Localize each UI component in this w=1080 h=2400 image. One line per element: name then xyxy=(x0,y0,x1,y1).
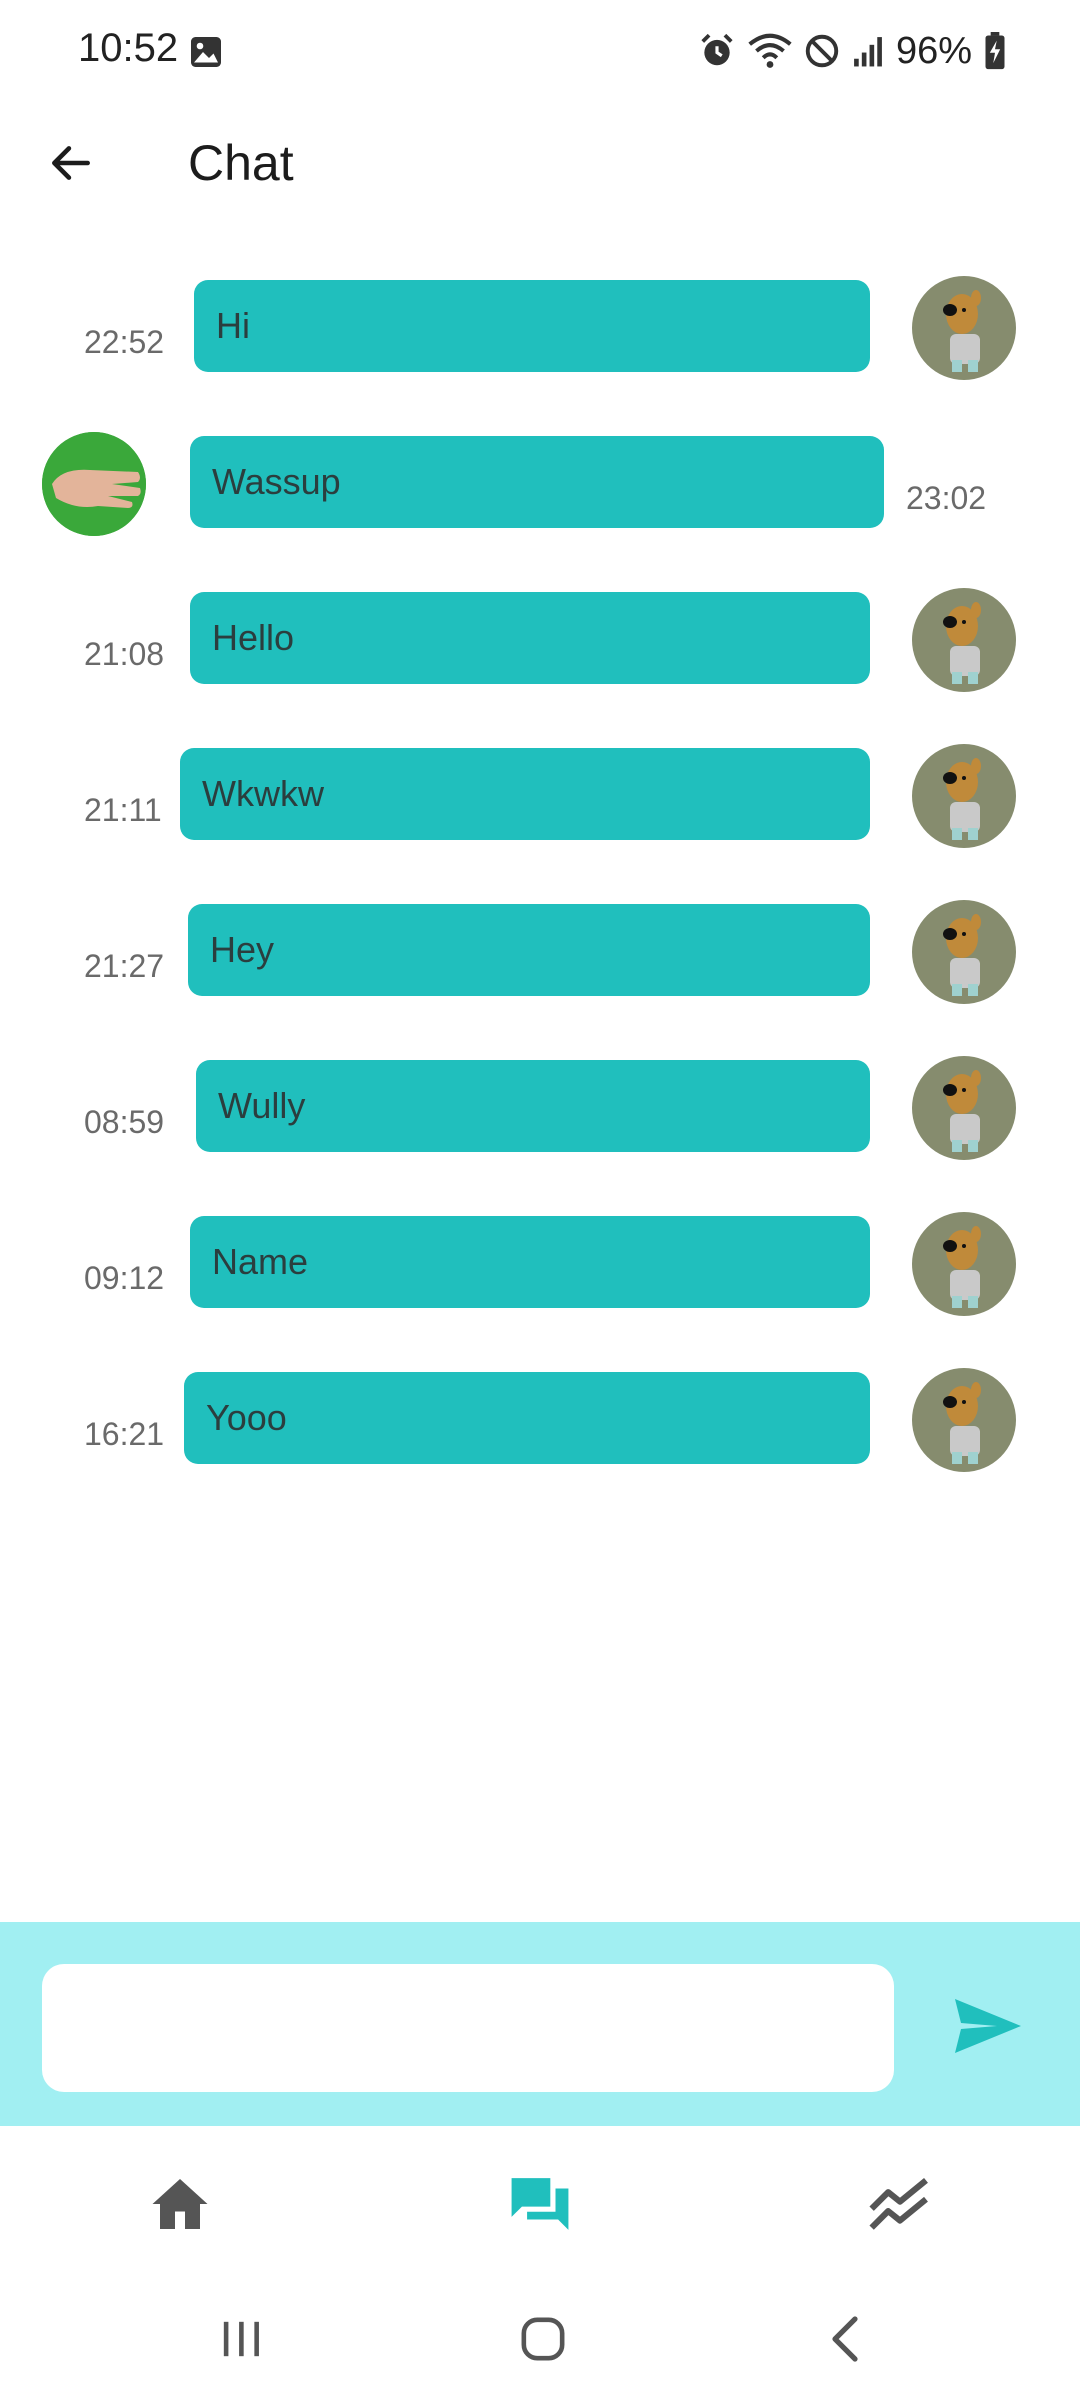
status-time: 10:52 xyxy=(78,26,179,70)
message-bubble[interactable]: Hello xyxy=(190,592,870,684)
nav-chat[interactable] xyxy=(500,2166,580,2246)
message-row: 09:12 Name xyxy=(0,1196,1080,1316)
gallery-icon xyxy=(188,34,224,70)
dog-avatar[interactable] xyxy=(912,1212,1016,1316)
home-icon xyxy=(150,2176,210,2237)
status-icons: 96% xyxy=(698,26,1006,76)
message-text: Hey xyxy=(210,929,275,970)
app-bar: Chat xyxy=(0,110,1080,220)
alarm-icon xyxy=(698,32,736,70)
message-row: Wassup 23:02 xyxy=(0,416,1080,536)
page-title: Chat xyxy=(188,135,294,191)
signal-icon xyxy=(852,34,884,68)
message-time: 21:11 xyxy=(84,792,162,828)
message-time: 22:52 xyxy=(84,324,165,360)
status-bar: 10:52 96% xyxy=(0,0,1080,100)
battery-percent: 96% xyxy=(895,29,972,72)
nav-home[interactable] xyxy=(140,2166,220,2246)
message-input[interactable] xyxy=(42,1964,894,2092)
message-bubble[interactable]: Wully xyxy=(196,1060,870,1152)
message-text: Hi xyxy=(216,305,250,346)
message-time: 08:59 xyxy=(84,1104,165,1140)
trending-icon xyxy=(869,2177,931,2235)
message-bubble[interactable]: Name xyxy=(190,1216,870,1308)
bottom-navigation xyxy=(0,2126,1080,2276)
message-time: 21:08 xyxy=(84,636,165,672)
send-icon xyxy=(952,1995,1024,2062)
message-time: 23:02 xyxy=(906,480,987,516)
battery-charging-icon xyxy=(984,32,1006,70)
arrow-back-icon xyxy=(46,138,96,193)
message-time: 21:27 xyxy=(84,948,165,984)
message-row: 21:08 Hello xyxy=(0,572,1080,692)
dog-avatar[interactable] xyxy=(912,276,1016,380)
message-text: Hello xyxy=(212,617,295,658)
back-button[interactable] xyxy=(36,130,106,200)
nav-trending[interactable] xyxy=(860,2166,940,2246)
message-bubble[interactable]: Hi xyxy=(194,280,870,372)
chevron-left-icon xyxy=(825,2315,865,2368)
message-bubble[interactable]: Wkwkw xyxy=(180,748,870,840)
message-text: Wully xyxy=(218,1085,306,1126)
send-button[interactable] xyxy=(946,1986,1030,2070)
message-composer xyxy=(0,1922,1080,2126)
message-bubble[interactable]: Yooo xyxy=(184,1372,870,1464)
recent-apps-button[interactable] xyxy=(206,2306,276,2376)
message-time: 16:21 xyxy=(84,1416,165,1452)
dog-avatar[interactable] xyxy=(912,588,1016,692)
message-row: 08:59 Wully xyxy=(0,1040,1080,1160)
home-circle-icon xyxy=(520,2316,566,2367)
message-bubble[interactable]: Wassup xyxy=(190,436,884,528)
message-row: 16:21 Yooo xyxy=(0,1352,1080,1472)
dog-avatar[interactable] xyxy=(912,1056,1016,1160)
system-back-button[interactable] xyxy=(810,2306,880,2376)
system-navigation xyxy=(0,2276,1080,2400)
dog-avatar[interactable] xyxy=(912,1368,1016,1472)
hand-avatar[interactable] xyxy=(42,432,146,536)
message-row: 22:52 Hi xyxy=(0,260,1080,380)
message-text: Name xyxy=(212,1241,309,1282)
chat-icon xyxy=(509,2175,571,2238)
message-text: Wassup xyxy=(212,461,341,502)
message-bubble[interactable]: Hey xyxy=(188,904,870,996)
home-button[interactable] xyxy=(508,2306,578,2376)
message-row: 21:27 Hey xyxy=(0,884,1080,1004)
message-text: Yooo xyxy=(206,1397,287,1438)
message-row: 21:11 Wkwkw xyxy=(0,728,1080,848)
message-text: Wkwkw xyxy=(202,773,324,814)
dog-avatar[interactable] xyxy=(912,744,1016,848)
dog-avatar[interactable] xyxy=(912,900,1016,1004)
message-time: 09:12 xyxy=(84,1260,165,1296)
do-not-disturb-icon xyxy=(804,33,840,69)
recent-apps-icon xyxy=(218,2318,264,2365)
wifi-icon xyxy=(748,32,792,70)
